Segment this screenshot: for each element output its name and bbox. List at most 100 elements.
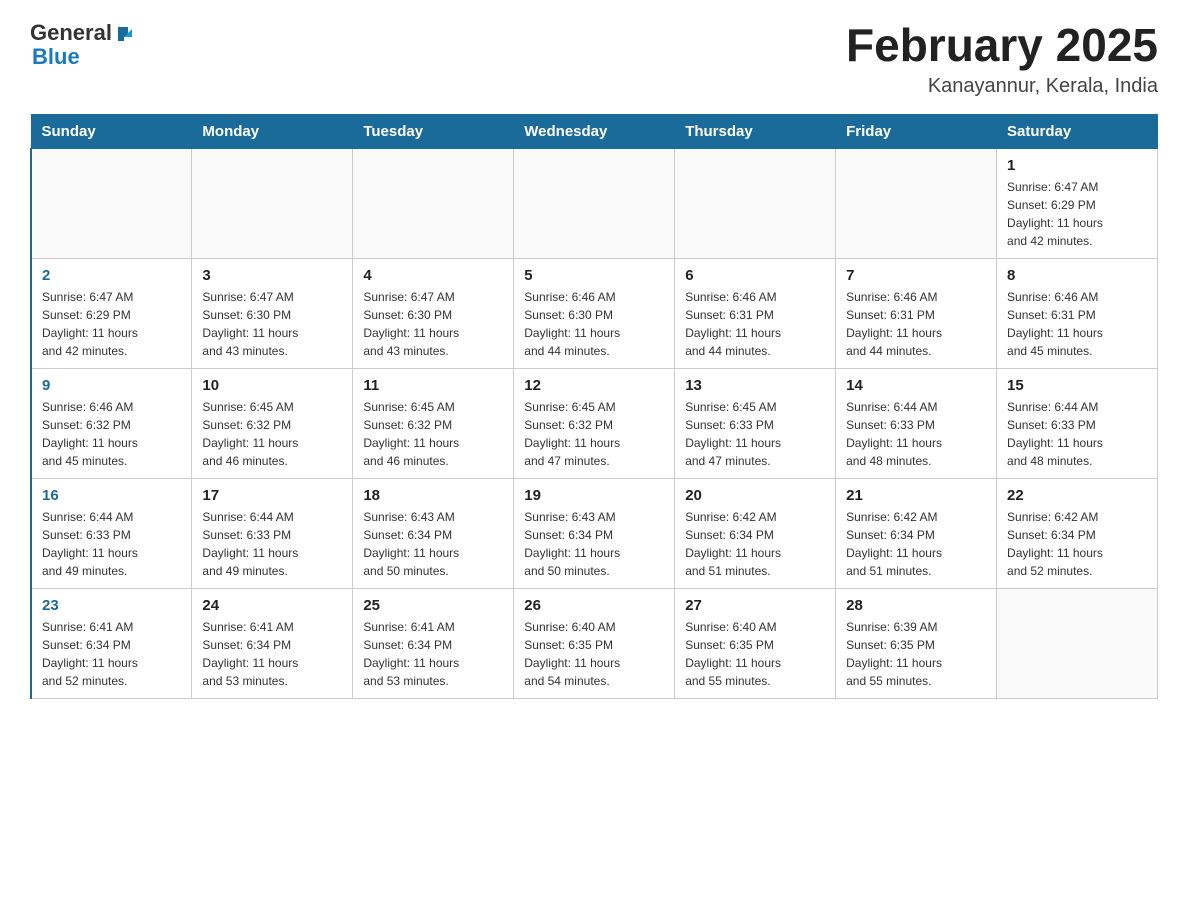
day-number: 26	[524, 597, 664, 614]
day-number: 4	[363, 267, 503, 284]
calendar-cell: 7 Sunrise: 6:46 AMSunset: 6:31 PMDaylight…	[836, 258, 997, 368]
logo-general-text: General	[30, 20, 112, 46]
calendar-cell: 13 Sunrise: 6:45 AMSunset: 6:33 PMDayligh…	[675, 368, 836, 478]
day-number: 5	[524, 267, 664, 284]
calendar-cell: 12 Sunrise: 6:45 AMSunset: 6:32 PMDayligh…	[514, 368, 675, 478]
day-number: 8	[1007, 267, 1147, 284]
logo-arrow-icon	[114, 20, 132, 46]
calendar-cell: 11 Sunrise: 6:45 AMSunset: 6:32 PMDayligh…	[353, 368, 514, 478]
location-subtitle: Kanayannur, Kerala, India	[846, 75, 1158, 98]
weekday-header-wednesday: Wednesday	[514, 114, 675, 148]
weekday-header-tuesday: Tuesday	[353, 114, 514, 148]
day-info: Sunrise: 6:41 AMSunset: 6:34 PMDaylight:…	[42, 618, 181, 690]
day-info: Sunrise: 6:46 AMSunset: 6:31 PMDaylight:…	[685, 288, 825, 360]
calendar-cell	[997, 588, 1158, 698]
calendar-cell: 6 Sunrise: 6:46 AMSunset: 6:31 PMDaylight…	[675, 258, 836, 368]
day-number: 21	[846, 487, 986, 504]
day-number: 16	[42, 487, 181, 504]
weekday-header-friday: Friday	[836, 114, 997, 148]
calendar-cell	[675, 148, 836, 258]
day-info: Sunrise: 6:43 AMSunset: 6:34 PMDaylight:…	[524, 508, 664, 580]
day-info: Sunrise: 6:41 AMSunset: 6:34 PMDaylight:…	[363, 618, 503, 690]
day-info: Sunrise: 6:47 AMSunset: 6:30 PMDaylight:…	[363, 288, 503, 360]
day-info: Sunrise: 6:44 AMSunset: 6:33 PMDaylight:…	[202, 508, 342, 580]
day-info: Sunrise: 6:45 AMSunset: 6:33 PMDaylight:…	[685, 398, 825, 470]
calendar-cell: 14 Sunrise: 6:44 AMSunset: 6:33 PMDayligh…	[836, 368, 997, 478]
day-number: 24	[202, 597, 342, 614]
month-title: February 2025	[846, 20, 1158, 71]
calendar-cell: 2 Sunrise: 6:47 AMSunset: 6:29 PMDaylight…	[31, 258, 192, 368]
calendar-cell: 17 Sunrise: 6:44 AMSunset: 6:33 PMDayligh…	[192, 478, 353, 588]
calendar-cell	[31, 148, 192, 258]
day-number: 11	[363, 377, 503, 394]
weekday-header-saturday: Saturday	[997, 114, 1158, 148]
calendar-cell: 5 Sunrise: 6:46 AMSunset: 6:30 PMDaylight…	[514, 258, 675, 368]
day-info: Sunrise: 6:42 AMSunset: 6:34 PMDaylight:…	[685, 508, 825, 580]
day-info: Sunrise: 6:44 AMSunset: 6:33 PMDaylight:…	[42, 508, 181, 580]
day-number: 17	[202, 487, 342, 504]
day-number: 13	[685, 377, 825, 394]
day-number: 27	[685, 597, 825, 614]
calendar-cell: 28Sunrise: 6:39 AMSunset: 6:35 PMDayligh…	[836, 588, 997, 698]
day-number: 19	[524, 487, 664, 504]
logo: General Blue	[30, 20, 132, 70]
calendar-table: SundayMondayTuesdayWednesdayThursdayFrid…	[30, 114, 1158, 699]
logo-blue-text: Blue	[32, 44, 80, 70]
day-number: 23	[42, 597, 181, 614]
calendar-cell: 19 Sunrise: 6:43 AMSunset: 6:34 PMDayligh…	[514, 478, 675, 588]
calendar-cell: 16 Sunrise: 6:44 AMSunset: 6:33 PMDayligh…	[31, 478, 192, 588]
day-number: 22	[1007, 487, 1147, 504]
calendar-cell: 15Sunrise: 6:44 AMSunset: 6:33 PMDayligh…	[997, 368, 1158, 478]
calendar-cell: 18 Sunrise: 6:43 AMSunset: 6:34 PMDayligh…	[353, 478, 514, 588]
week-row-5: 23 Sunrise: 6:41 AMSunset: 6:34 PMDayligh…	[31, 588, 1158, 698]
day-info: Sunrise: 6:46 AMSunset: 6:30 PMDaylight:…	[524, 288, 664, 360]
day-info: Sunrise: 6:42 AMSunset: 6:34 PMDaylight:…	[846, 508, 986, 580]
day-info: Sunrise: 6:47 AMSunset: 6:29 PMDaylight:…	[42, 288, 181, 360]
logo-blue-row: Blue	[30, 44, 80, 70]
day-info: Sunrise: 6:39 AMSunset: 6:35 PMDaylight:…	[846, 618, 986, 690]
calendar-cell	[192, 148, 353, 258]
calendar-cell: 24 Sunrise: 6:41 AMSunset: 6:34 PMDayligh…	[192, 588, 353, 698]
week-row-4: 16 Sunrise: 6:44 AMSunset: 6:33 PMDayligh…	[31, 478, 1158, 588]
day-number: 6	[685, 267, 825, 284]
day-number: 9	[42, 377, 181, 394]
day-info: Sunrise: 6:44 AMSunset: 6:33 PMDaylight:…	[1007, 398, 1147, 470]
day-info: Sunrise: 6:44 AMSunset: 6:33 PMDaylight:…	[846, 398, 986, 470]
day-info: Sunrise: 6:45 AMSunset: 6:32 PMDaylight:…	[363, 398, 503, 470]
calendar-cell: 23 Sunrise: 6:41 AMSunset: 6:34 PMDayligh…	[31, 588, 192, 698]
day-number: 2	[42, 267, 181, 284]
day-info: Sunrise: 6:45 AMSunset: 6:32 PMDaylight:…	[524, 398, 664, 470]
weekday-header-thursday: Thursday	[675, 114, 836, 148]
day-number: 10	[202, 377, 342, 394]
calendar-cell: 4 Sunrise: 6:47 AMSunset: 6:30 PMDaylight…	[353, 258, 514, 368]
calendar-header: SundayMondayTuesdayWednesdayThursdayFrid…	[31, 114, 1158, 148]
day-number: 14	[846, 377, 986, 394]
day-info: Sunrise: 6:47 AMSunset: 6:30 PMDaylight:…	[202, 288, 342, 360]
week-row-2: 2 Sunrise: 6:47 AMSunset: 6:29 PMDaylight…	[31, 258, 1158, 368]
day-number: 1	[1007, 157, 1147, 174]
day-info: Sunrise: 6:43 AMSunset: 6:34 PMDaylight:…	[363, 508, 503, 580]
day-info: Sunrise: 6:40 AMSunset: 6:35 PMDaylight:…	[524, 618, 664, 690]
day-info: Sunrise: 6:47 AMSunset: 6:29 PMDaylight:…	[1007, 178, 1147, 250]
day-info: Sunrise: 6:46 AMSunset: 6:31 PMDaylight:…	[846, 288, 986, 360]
day-number: 7	[846, 267, 986, 284]
calendar-cell: 9 Sunrise: 6:46 AMSunset: 6:32 PMDaylight…	[31, 368, 192, 478]
week-row-1: 1 Sunrise: 6:47 AMSunset: 6:29 PMDaylight…	[31, 148, 1158, 258]
title-block: February 2025 Kanayannur, Kerala, India	[846, 20, 1158, 98]
day-info: Sunrise: 6:41 AMSunset: 6:34 PMDaylight:…	[202, 618, 342, 690]
day-number: 3	[202, 267, 342, 284]
logo-general: General	[30, 20, 132, 46]
day-number: 12	[524, 377, 664, 394]
calendar-cell: 1 Sunrise: 6:47 AMSunset: 6:29 PMDaylight…	[997, 148, 1158, 258]
calendar-cell: 25Sunrise: 6:41 AMSunset: 6:34 PMDayligh…	[353, 588, 514, 698]
day-info: Sunrise: 6:46 AMSunset: 6:32 PMDaylight:…	[42, 398, 181, 470]
day-number: 18	[363, 487, 503, 504]
calendar-cell	[353, 148, 514, 258]
day-info: Sunrise: 6:45 AMSunset: 6:32 PMDaylight:…	[202, 398, 342, 470]
weekday-header-monday: Monday	[192, 114, 353, 148]
day-number: 20	[685, 487, 825, 504]
calendar-cell: 22Sunrise: 6:42 AMSunset: 6:34 PMDayligh…	[997, 478, 1158, 588]
calendar-cell: 3 Sunrise: 6:47 AMSunset: 6:30 PMDaylight…	[192, 258, 353, 368]
calendar-cell: 26 Sunrise: 6:40 AMSunset: 6:35 PMDayligh…	[514, 588, 675, 698]
calendar-cell: 27Sunrise: 6:40 AMSunset: 6:35 PMDayligh…	[675, 588, 836, 698]
